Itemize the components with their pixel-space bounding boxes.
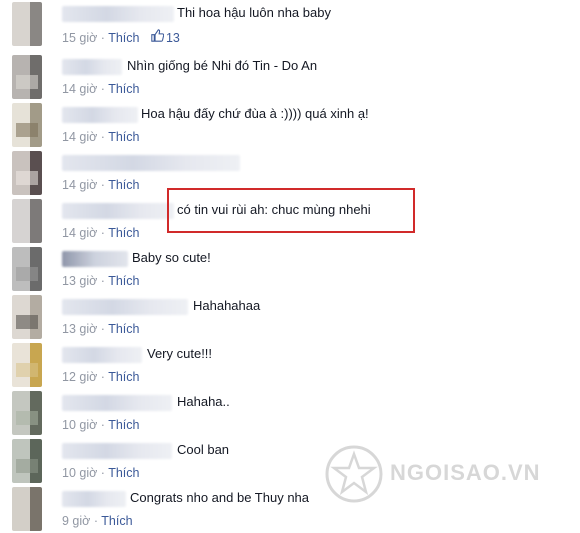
author-name-blurred[interactable] bbox=[62, 251, 128, 267]
comment-text: Hoa hậu đấy chứ đùa à :)))) quá xinh ạ! bbox=[141, 106, 369, 121]
author-name-blurred[interactable] bbox=[62, 491, 126, 507]
like-link[interactable]: Thích bbox=[108, 466, 139, 480]
watermark-logo-icon bbox=[325, 445, 383, 503]
comment-item: Baby so cute! 13 giờ · Thích bbox=[0, 245, 580, 293]
like-link[interactable]: Thích bbox=[101, 514, 132, 528]
author-name-blurred[interactable] bbox=[62, 395, 172, 411]
like-link[interactable]: Thích bbox=[108, 82, 139, 96]
comment-meta: 14 giờ · Thích bbox=[62, 130, 140, 144]
like-link[interactable]: Thích bbox=[108, 130, 139, 144]
comment-meta: 9 giờ · Thích bbox=[62, 514, 133, 528]
comment-text: Congrats nho and be Thuy nha bbox=[130, 490, 310, 505]
author-name-blurred[interactable] bbox=[62, 155, 240, 171]
like-link[interactable]: Thích bbox=[108, 31, 139, 45]
timestamp[interactable]: 14 giờ bbox=[62, 130, 97, 144]
comment-item: Hahaha.. 10 giờ · Thích bbox=[0, 389, 580, 437]
avatar[interactable] bbox=[12, 247, 42, 291]
timestamp[interactable]: 15 giờ bbox=[62, 31, 97, 45]
comment-text: Baby so cute! bbox=[132, 250, 211, 265]
avatar[interactable] bbox=[12, 103, 42, 147]
comment-text: Very cute!!! bbox=[147, 346, 213, 361]
author-name-blurred[interactable] bbox=[62, 299, 188, 315]
comment-text: Thi hoa hậu luôn nha baby bbox=[177, 5, 331, 20]
avatar[interactable] bbox=[12, 199, 42, 243]
watermark-text: NGOISAO.VN bbox=[390, 460, 541, 485]
comment-item: Hahahahaa 13 giờ · Thích bbox=[0, 293, 580, 341]
comment-meta: 10 giờ · Thích bbox=[62, 466, 140, 480]
like-count[interactable]: 13 bbox=[166, 31, 180, 45]
avatar[interactable] bbox=[12, 343, 42, 387]
timestamp[interactable]: 12 giờ bbox=[62, 370, 97, 384]
author-name-blurred[interactable] bbox=[62, 6, 174, 22]
comment-meta: 13 giờ · Thích bbox=[62, 322, 140, 336]
comment-item: Very cute!!! 12 giờ · Thích bbox=[0, 341, 580, 389]
like-link[interactable]: Thích bbox=[108, 322, 139, 336]
comment-item: Hoa hậu đấy chứ đùa à :)))) quá xinh ạ! … bbox=[0, 101, 580, 149]
timestamp[interactable]: 10 giờ bbox=[62, 466, 97, 480]
like-link[interactable]: Thích bbox=[108, 274, 139, 288]
like-link[interactable]: Thích bbox=[108, 226, 139, 240]
comment-text: Hahahahaa bbox=[193, 298, 261, 313]
timestamp[interactable]: 13 giờ bbox=[62, 274, 97, 288]
comment-meta: 12 giờ · Thích bbox=[62, 370, 140, 384]
comment-item: Nhìn giống bé Nhi đó Tin - Do An 14 giờ … bbox=[0, 53, 580, 101]
comment-meta: 13 giờ · Thích bbox=[62, 274, 140, 288]
timestamp[interactable]: 14 giờ bbox=[62, 178, 97, 192]
like-link[interactable]: Thích bbox=[108, 370, 139, 384]
avatar[interactable] bbox=[12, 55, 42, 99]
comment-thread: Thi hoa hậu luôn nha baby 15 giờ · Thích… bbox=[0, 0, 580, 531]
comment-item: Thi hoa hậu luôn nha baby 15 giờ · Thích… bbox=[0, 0, 580, 48]
avatar[interactable] bbox=[12, 487, 42, 531]
author-name-blurred[interactable] bbox=[62, 203, 174, 219]
watermark: NGOISAO.VN bbox=[322, 438, 552, 508]
thumbs-up-icon[interactable] bbox=[151, 29, 165, 45]
comment-text: Cool ban bbox=[177, 442, 230, 457]
author-name-blurred[interactable] bbox=[62, 347, 142, 363]
timestamp[interactable]: 14 giờ bbox=[62, 226, 97, 240]
avatar[interactable] bbox=[12, 439, 42, 483]
timestamp[interactable]: 10 giờ bbox=[62, 418, 97, 432]
timestamp[interactable]: 13 giờ bbox=[62, 322, 97, 336]
avatar[interactable] bbox=[12, 151, 42, 195]
comment-meta: 14 giờ · Thích bbox=[62, 82, 140, 96]
avatar[interactable] bbox=[12, 2, 42, 46]
author-name-blurred[interactable] bbox=[62, 107, 138, 123]
comment-text: Nhìn giống bé Nhi đó Tin - Do An bbox=[127, 58, 318, 73]
comment-meta: 15 giờ · Thích 13 bbox=[62, 29, 180, 45]
comment-meta: 14 giờ · Thích bbox=[62, 226, 140, 240]
author-name-blurred[interactable] bbox=[62, 59, 122, 75]
comment-text: Hahaha.. bbox=[177, 394, 230, 409]
comment-meta: 14 giờ · Thích bbox=[62, 178, 140, 192]
timestamp[interactable]: 14 giờ bbox=[62, 82, 97, 96]
comment-meta: 10 giờ · Thích bbox=[62, 418, 140, 432]
avatar[interactable] bbox=[12, 391, 42, 435]
avatar[interactable] bbox=[12, 295, 42, 339]
timestamp[interactable]: 9 giờ bbox=[62, 514, 90, 528]
like-link[interactable]: Thích bbox=[108, 418, 139, 432]
like-link[interactable]: Thích bbox=[108, 178, 139, 192]
author-name-blurred[interactable] bbox=[62, 443, 172, 459]
highlight-box bbox=[167, 188, 415, 233]
